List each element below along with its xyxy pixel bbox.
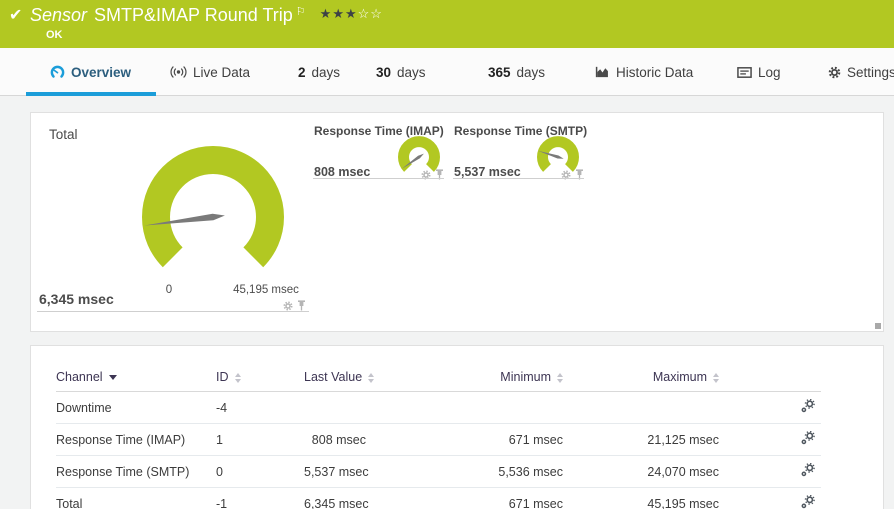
channel-last-value-cell: 6,345 msec bbox=[304, 487, 369, 509]
channel-maximum-cell: 45,195 msec bbox=[563, 487, 719, 509]
channel-minimum-cell: 671 msec bbox=[366, 423, 563, 456]
tab-historic-data[interactable]: Historic Data bbox=[595, 48, 693, 96]
gauge-settings-gear-icon[interactable] bbox=[283, 301, 293, 311]
channel-row: Response Time (SMTP) 0 5,537 msec 5,536 mse… bbox=[56, 455, 821, 488]
historic-chart-icon bbox=[595, 65, 610, 79]
total-gauge-controls bbox=[283, 300, 306, 311]
sensor-page: ✔ Sensor SMTP&IMAP Round Trip ⚐ ★★★☆☆ OK Ov… bbox=[0, 0, 894, 509]
tab-365-days[interactable]: 365 days bbox=[488, 48, 545, 96]
page-title: SMTP&IMAP Round Trip bbox=[94, 5, 293, 25]
sort-both-icon bbox=[234, 372, 241, 383]
channel-name-cell: Response Time (SMTP) bbox=[56, 455, 216, 488]
sort-desc-icon bbox=[108, 375, 117, 381]
tab-365-days-label: days bbox=[516, 64, 546, 80]
gear-icon bbox=[828, 66, 841, 79]
tab-2-days-number: 2 bbox=[298, 64, 306, 80]
active-tab-underline bbox=[26, 92, 156, 96]
total-gauge bbox=[133, 144, 293, 276]
column-header-minimum[interactable]: Minimum bbox=[366, 364, 563, 392]
column-header-last-value[interactable]: Last Value bbox=[304, 364, 375, 392]
channel-settings-wrench-icon[interactable] bbox=[719, 423, 821, 456]
sort-both-icon bbox=[713, 372, 719, 383]
total-gauge-min-label: 0 bbox=[165, 284, 173, 296]
tab-settings-label: Settings bbox=[847, 64, 894, 80]
stars-filled[interactable]: ★★★ bbox=[320, 6, 358, 21]
column-header-maximum[interactable]: Maximum bbox=[563, 364, 719, 392]
gauge-icon bbox=[50, 65, 65, 80]
total-gauge-max-label: 45,195 msec bbox=[233, 284, 299, 296]
channel-name-cell: Downtime bbox=[56, 391, 216, 424]
channel-id-cell: 1 bbox=[216, 423, 304, 456]
channel-row: Response Time (IMAP) 1 808 msec 671 msec 21,… bbox=[56, 423, 821, 456]
tab-historic-data-label: Historic Data bbox=[616, 64, 694, 80]
channel-settings-wrench-icon[interactable] bbox=[719, 455, 821, 488]
channel-table-body: Downtime -4 Response Time (IMAP) 1 808 msec 6… bbox=[56, 391, 821, 509]
imap-block-divider bbox=[313, 178, 444, 179]
channel-row: Total -1 6,345 msec 671 msec 45,195 msec bbox=[56, 487, 821, 509]
sort-both-icon bbox=[368, 372, 375, 383]
tab-overview-label: Overview bbox=[71, 64, 132, 80]
tab-30-days-label: days bbox=[397, 64, 426, 80]
stars-empty[interactable]: ☆☆ bbox=[358, 6, 383, 21]
flag-icon[interactable]: ⚐ bbox=[296, 6, 306, 18]
tab-log-label: Log bbox=[758, 64, 781, 80]
channel-minimum-cell: 5,536 msec bbox=[366, 455, 563, 488]
channel-minimum-cell: 671 msec bbox=[366, 487, 563, 509]
total-block-divider bbox=[37, 311, 309, 312]
channel-last-value-cell: 808 msec bbox=[304, 423, 366, 456]
sensor-header: ✔ Sensor SMTP&IMAP Round Trip ⚐ ★★★☆☆ OK bbox=[0, 0, 894, 48]
smtp-gauge-value: 5,537 msec bbox=[454, 165, 521, 179]
tab-2-days[interactable]: 2 days bbox=[298, 48, 340, 96]
total-gauge-value: 6,345 msec bbox=[39, 291, 114, 307]
total-gauge-title: Total bbox=[49, 127, 78, 142]
channels-panel: Channel ID Last Value Minimum Maximum Do… bbox=[30, 345, 884, 509]
tab-live-data-label: Live Data bbox=[193, 64, 251, 80]
channel-settings-wrench-icon[interactable] bbox=[719, 487, 821, 509]
channel-last-value-cell: 5,537 msec bbox=[304, 455, 369, 488]
tab-live-data[interactable]: Live Data bbox=[170, 48, 250, 96]
tab-2-days-label: days bbox=[311, 64, 341, 80]
tab-30-days[interactable]: 30 days bbox=[376, 48, 426, 96]
channel-id-cell: -1 bbox=[216, 487, 304, 509]
sensor-title-line: Sensor SMTP&IMAP Round Trip ⚐ ★★★☆☆ bbox=[30, 5, 383, 26]
smtp-block-divider bbox=[453, 178, 584, 179]
live-data-icon bbox=[170, 65, 187, 79]
channel-maximum-cell bbox=[563, 391, 719, 424]
sort-both-icon bbox=[557, 372, 563, 383]
tab-log[interactable]: Log bbox=[737, 48, 781, 96]
imap-gauge-value: 808 msec bbox=[314, 165, 371, 179]
tab-bar: Overview Live Data 2 days 30 days 365 da… bbox=[0, 48, 894, 96]
channel-minimum-cell bbox=[366, 391, 563, 424]
tab-settings[interactable]: Settings bbox=[828, 48, 894, 96]
channel-name-cell: Total bbox=[56, 487, 216, 509]
pin-icon[interactable] bbox=[297, 300, 306, 311]
column-header-channel[interactable]: Channel bbox=[56, 364, 216, 392]
priority-stars[interactable]: ★★★☆☆ bbox=[320, 6, 383, 21]
column-header-id[interactable]: ID bbox=[216, 364, 304, 392]
tab-365-days-number: 365 bbox=[488, 64, 511, 80]
column-header-actions bbox=[719, 364, 821, 392]
channel-id-cell: 0 bbox=[216, 455, 304, 488]
channel-maximum-cell: 24,070 msec bbox=[563, 455, 719, 488]
tab-30-days-number: 30 bbox=[376, 64, 392, 80]
gauges-panel: Total 0 45,195 msec 6,345 msec Response … bbox=[30, 112, 884, 332]
status-badge: OK bbox=[46, 29, 63, 41]
channel-id-cell: -4 bbox=[216, 391, 304, 424]
tab-overview[interactable]: Overview bbox=[50, 48, 131, 96]
sensor-kind-label: Sensor bbox=[30, 5, 88, 25]
log-icon bbox=[737, 66, 752, 79]
channel-table: Channel ID Last Value Minimum Maximum Do… bbox=[56, 364, 821, 509]
channel-maximum-cell: 21,125 msec bbox=[563, 423, 719, 456]
channel-name-cell: Response Time (IMAP) bbox=[56, 423, 216, 456]
channel-table-header-row: Channel ID Last Value Minimum Maximum bbox=[56, 364, 821, 392]
channel-last-value-cell bbox=[304, 391, 366, 424]
channel-settings-wrench-icon[interactable] bbox=[719, 391, 821, 424]
channel-row: Downtime -4 bbox=[56, 391, 821, 424]
status-ok-check-icon: ✔ bbox=[9, 7, 23, 24]
panel-resize-grip[interactable] bbox=[875, 323, 881, 329]
